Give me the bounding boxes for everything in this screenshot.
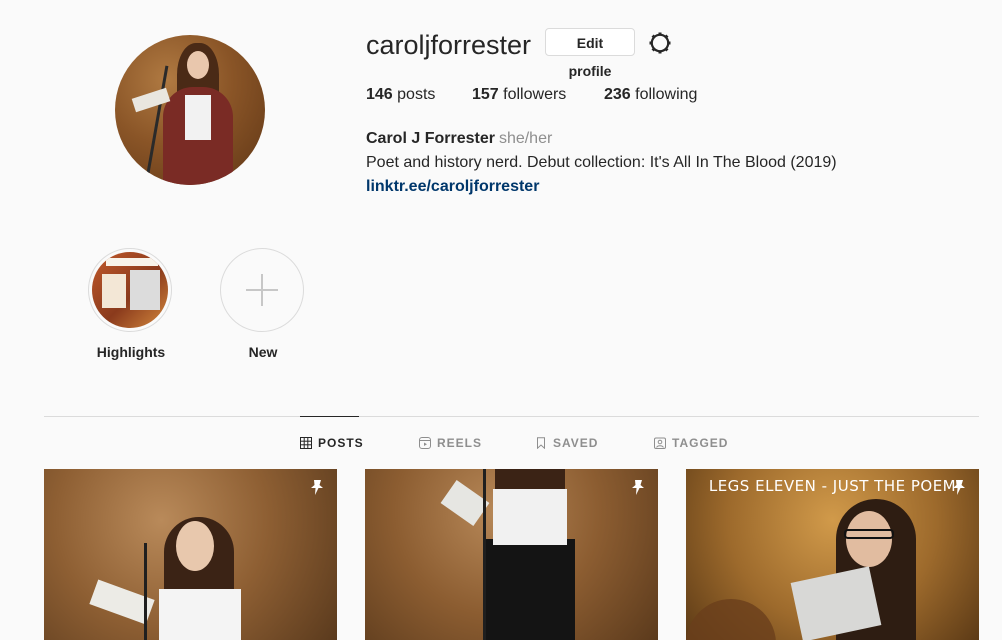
performer-skirt: [485, 539, 575, 640]
bookmark-icon: [537, 437, 545, 449]
avatar-face: [187, 51, 209, 79]
tagged-icon: [654, 437, 666, 449]
post-tile[interactable]: [365, 469, 658, 640]
gear-icon[interactable]: [648, 31, 672, 55]
glasses: [844, 529, 894, 539]
followers-label: followers: [503, 86, 567, 103]
edit-profile-button[interactable]: Edit profile: [545, 28, 635, 79]
mic-stand: [144, 543, 147, 640]
profile-link[interactable]: linktr.ee/caroljforrester: [366, 178, 539, 196]
tab-tagged[interactable]: TAGGED: [654, 436, 728, 450]
profile-username: caroljforrester: [366, 30, 532, 60]
tab-reels-label: REELS: [437, 436, 483, 450]
tab-tagged-label: TAGGED: [672, 436, 729, 450]
tab-reels[interactable]: REELS: [419, 436, 482, 450]
tab-saved-label: SAVED: [553, 436, 599, 450]
active-tab-indicator: [300, 416, 359, 417]
performer-top: [159, 589, 241, 640]
plus-icon: [246, 274, 278, 306]
profile-avatar[interactable]: [115, 35, 265, 185]
performer-face: [846, 511, 892, 567]
profile-page: caroljforrester Edit profile 146 posts 1…: [0, 0, 1002, 640]
full-name: Carol J Forrester: [366, 130, 495, 147]
following-label: following: [635, 86, 698, 103]
tabs-divider: [44, 416, 979, 417]
thumb-card: [102, 274, 126, 308]
posts-count: 146: [366, 86, 393, 103]
pin-icon: [632, 480, 644, 495]
highlight-ring: [88, 248, 172, 332]
tab-saved[interactable]: SAVED: [535, 436, 598, 450]
stat-followers[interactable]: 157 followers: [472, 86, 566, 104]
highlight-label: Highlights: [96, 344, 166, 360]
post-tile[interactable]: [44, 469, 337, 640]
avatar-top: [185, 95, 211, 140]
followers-count: 157: [472, 86, 499, 103]
post-caption: LEGS ELEVEN - JUST THE POEM: [708, 477, 957, 495]
tab-posts-label: POSTS: [318, 436, 364, 450]
performer-face: [176, 521, 214, 571]
highlight-item[interactable]: Highlights: [88, 248, 174, 360]
pin-icon: [953, 480, 965, 495]
highlight-thumbnail: [92, 252, 168, 328]
grid-icon: [300, 437, 312, 449]
performer-top: [493, 489, 567, 545]
following-count: 236: [604, 86, 631, 103]
reels-icon: [419, 437, 431, 449]
stat-posts: 146 posts: [366, 86, 435, 104]
profile-fullname: Carol J Forrester she/her: [366, 130, 552, 148]
mic-stand: [483, 469, 486, 640]
stat-following[interactable]: 236 following: [604, 86, 697, 104]
posts-label: posts: [397, 86, 436, 103]
audience-head: [686, 599, 776, 640]
tab-posts[interactable]: POSTS: [300, 436, 364, 450]
thumb-book: [130, 270, 160, 310]
new-highlight-ring: [220, 248, 304, 332]
new-highlight-button[interactable]: New: [220, 248, 306, 360]
post-tile[interactable]: LEGS ELEVEN - JUST THE POEM: [686, 469, 979, 640]
pronouns: she/her: [498, 130, 553, 147]
thumb-banner: [106, 258, 158, 266]
pin-icon: [311, 480, 323, 495]
new-highlight-label: New: [248, 344, 278, 360]
profile-bio: Poet and history nerd. Debut collection:…: [366, 154, 837, 171]
